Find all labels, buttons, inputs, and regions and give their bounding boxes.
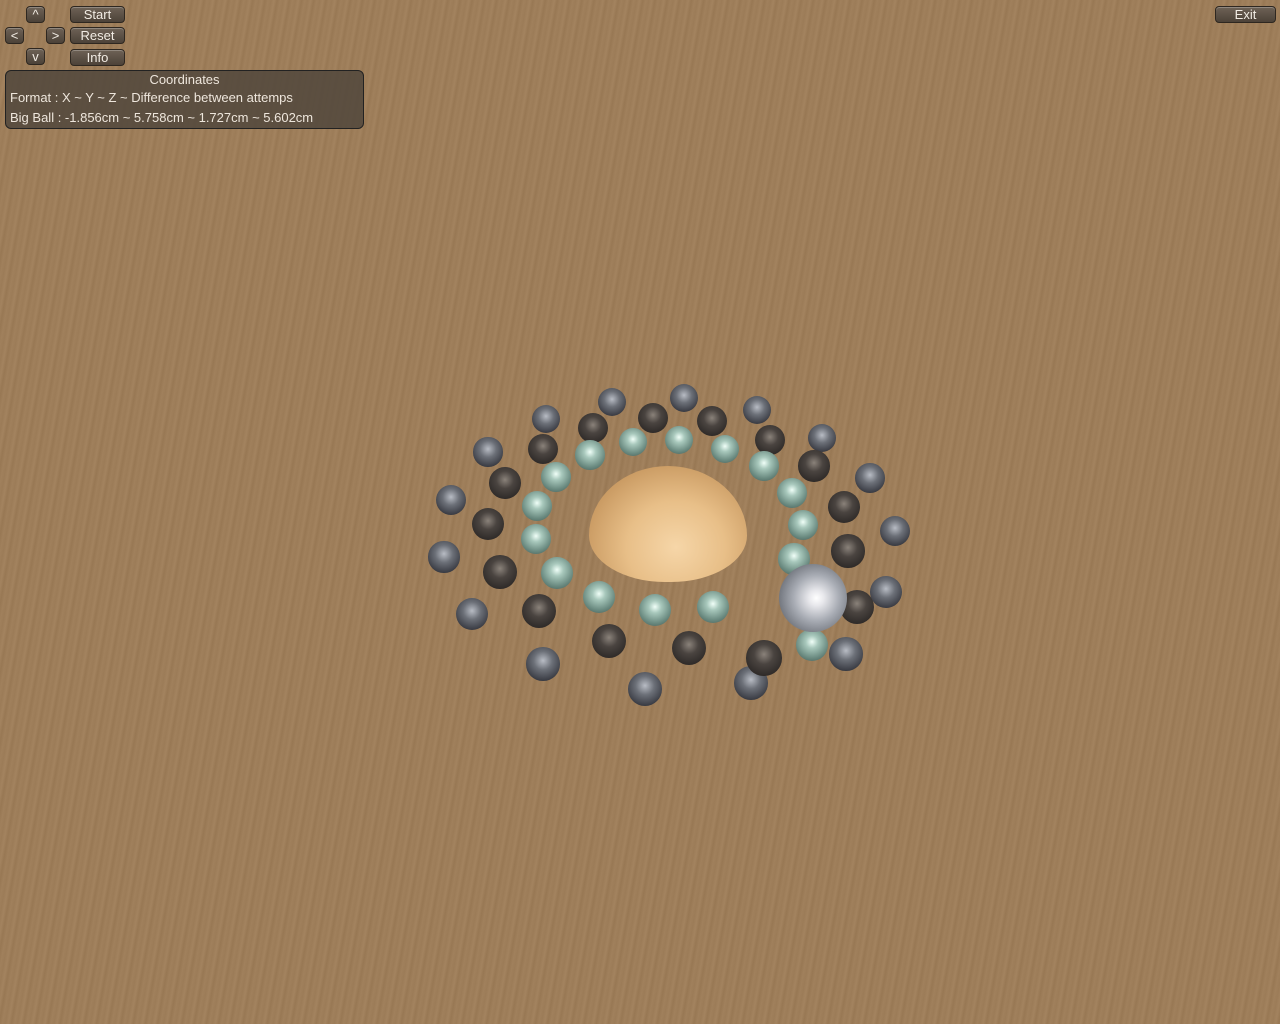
teal-marble — [520, 523, 552, 555]
right-button[interactable]: > — [46, 27, 65, 44]
dark-marble — [489, 467, 521, 499]
coordinates-panel: Coordinates Format : X ~ Y ~ Z ~ Differe… — [5, 70, 364, 129]
grey-marble — [855, 463, 885, 493]
dark-marble — [827, 490, 861, 524]
grey-marble — [436, 485, 466, 515]
teal-marble — [749, 451, 779, 481]
teal-marble — [696, 590, 730, 624]
grey-marble — [455, 597, 489, 631]
teal-marble — [521, 490, 553, 522]
dark-marble — [591, 623, 627, 659]
teal-marble — [618, 427, 648, 457]
teal-marble — [787, 509, 819, 541]
teal-marble — [638, 593, 672, 627]
up-button[interactable]: ^ — [26, 6, 45, 23]
grey-marble — [870, 576, 902, 608]
teal-marble — [541, 557, 573, 589]
dark-marble — [671, 630, 707, 666]
reset-button[interactable]: Reset — [70, 27, 125, 44]
teal-marble — [541, 462, 571, 492]
grey-marble — [597, 387, 626, 416]
teal-marble — [583, 581, 615, 613]
dark-marble — [521, 593, 557, 629]
dark-marble — [798, 450, 830, 482]
teal-marble — [795, 628, 829, 662]
dark-marble — [527, 433, 559, 465]
start-button[interactable]: Start — [70, 6, 125, 23]
teal-marble — [664, 425, 694, 455]
grey-marble — [628, 672, 662, 706]
grey-marble — [829, 637, 863, 671]
big-ball — [779, 564, 847, 632]
left-button[interactable]: < — [5, 27, 24, 44]
grey-marble — [670, 384, 698, 412]
dark-marble — [696, 405, 728, 437]
grey-marble — [473, 437, 503, 467]
dark-marble — [637, 402, 669, 434]
teal-marble — [575, 440, 605, 470]
teal-marble — [710, 434, 740, 464]
dark-marble — [746, 640, 782, 676]
grey-marble — [428, 541, 460, 573]
dark-marble — [471, 507, 505, 541]
grey-marble — [742, 395, 772, 425]
coordinates-format: Format : X ~ Y ~ Z ~ Difference between … — [10, 90, 293, 105]
coordinates-title: Coordinates — [149, 72, 220, 87]
wooden-dome — [589, 466, 747, 582]
big-ball-coordinates: Big Ball : -1.856cm ~ 5.758cm ~ 1.727cm … — [10, 110, 314, 125]
dark-marble — [483, 555, 517, 589]
grey-marble — [807, 423, 837, 453]
down-button[interactable]: v — [26, 48, 45, 65]
grey-marble — [526, 647, 560, 681]
game-scene — [0, 0, 1280, 1024]
exit-button[interactable]: Exit — [1215, 6, 1276, 23]
info-button[interactable]: Info — [70, 49, 125, 66]
teal-marble — [777, 478, 807, 508]
dark-marble — [577, 412, 609, 444]
grey-marble — [879, 515, 911, 547]
dark-marble — [831, 534, 865, 568]
grey-marble — [531, 404, 561, 434]
